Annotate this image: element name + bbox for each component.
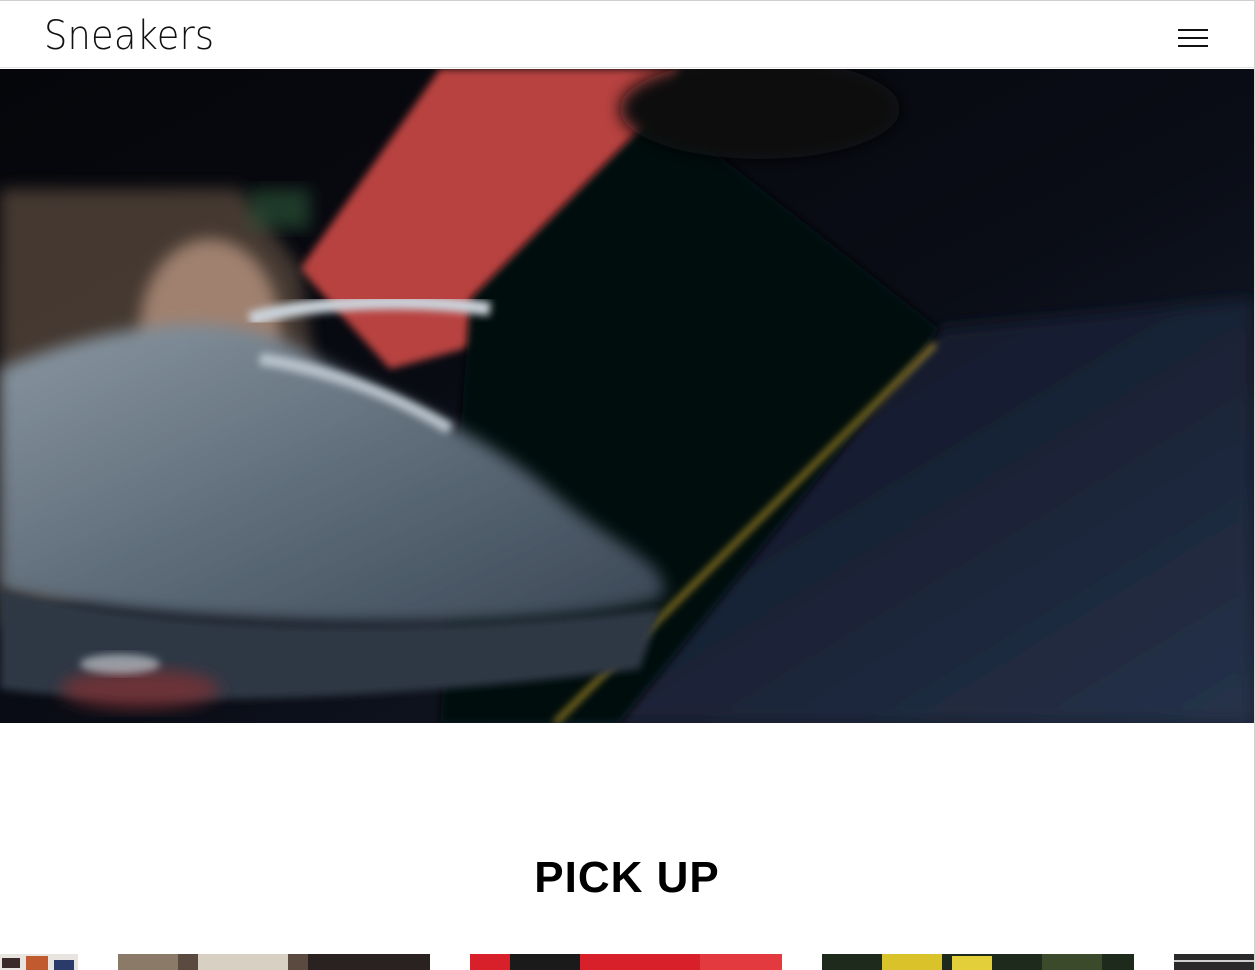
menu-line xyxy=(1178,37,1208,39)
menu-line xyxy=(1178,45,1208,47)
page: Sneakers PICK UP xyxy=(0,0,1256,970)
site-logo[interactable]: Sneakers xyxy=(44,12,214,60)
hamburger-menu-icon[interactable] xyxy=(1176,27,1212,49)
card-thumbnail xyxy=(822,954,1134,970)
card-thumbnail xyxy=(118,954,430,970)
pickup-carousel[interactable] xyxy=(0,954,1254,970)
card-thumbnail xyxy=(0,954,78,970)
hero-video-frame xyxy=(0,69,1254,723)
hero-video[interactable] xyxy=(0,69,1254,723)
card-thumbnail xyxy=(470,954,782,970)
menu-line xyxy=(1178,29,1208,31)
site-header: Sneakers xyxy=(0,0,1254,68)
card-thumbnail xyxy=(1174,954,1254,970)
pickup-card-partial-right[interactable] xyxy=(1174,954,1254,970)
pickup-card-2[interactable] xyxy=(470,954,782,970)
pickup-card-1[interactable] xyxy=(118,954,430,970)
pickup-card-partial-left[interactable] xyxy=(0,954,78,970)
pickup-section-title: PICK UP xyxy=(534,853,720,902)
pickup-card-3[interactable] xyxy=(822,954,1134,970)
